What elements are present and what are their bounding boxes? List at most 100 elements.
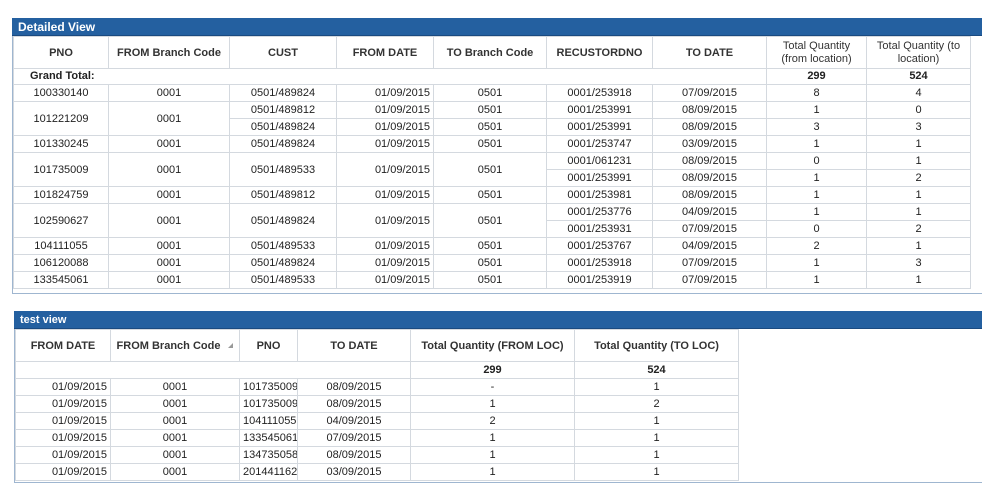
cell-recustordno: 0001/253991 xyxy=(546,118,653,136)
tv-cell-from-date: 01/09/2015 xyxy=(15,429,111,447)
cell-total-qty-from-location: 1 xyxy=(766,101,867,119)
tv-cell-to-date: 07/09/2015 xyxy=(297,429,411,447)
tv-cell-from-branch-code: 0001 xyxy=(110,429,240,447)
cell-total-qty-from-location: 0 xyxy=(766,152,867,170)
cell-total-qty-from-location: 3 xyxy=(766,118,867,136)
cell-pno: 104111055 xyxy=(13,237,109,255)
tv-cell-from-date: 01/09/2015 xyxy=(15,395,111,413)
detailed-table-row: 101221209 0001 0501/489812 01/09/2015 0501 00… xyxy=(13,101,971,136)
tv-cell-total-qty-from-loc: 2 xyxy=(410,412,575,430)
cell-from-branch-code: 0001 xyxy=(108,254,230,272)
cell-to-branch-code: 0501 xyxy=(433,101,547,119)
cell-pno: 106120088 xyxy=(13,254,109,272)
cell-total-qty-to-location: 3 xyxy=(866,254,971,272)
tv-cell-from-date: 01/09/2015 xyxy=(15,446,111,464)
tv-cell-total-qty-from-loc: 1 xyxy=(410,446,575,464)
cell-cust: 0501/489533 xyxy=(229,237,337,255)
test-view-body[interactable]: FROM DATE FROM Branch Code PNO TO DATE T… xyxy=(14,329,982,482)
cell-to-branch-code: 0501 xyxy=(433,237,547,255)
cell-pno: 102590627 xyxy=(13,203,109,238)
cell-to-date: 07/09/2015 xyxy=(652,271,767,289)
test-view-total-from: 299 xyxy=(410,361,575,379)
cell-from-date: 01/09/2015 xyxy=(336,152,434,187)
detailed-table-row: 101735009 0001 0501/489533 01/09/2015 0501 00… xyxy=(13,152,971,187)
col-header-to-date[interactable]: TO DATE xyxy=(652,36,767,69)
tv-col-header-total-qty-from-loc[interactable]: Total Quantity (FROM LOC) xyxy=(410,329,575,362)
col-header-cust[interactable]: CUST xyxy=(229,36,337,69)
tv-cell-pno: 133545061 xyxy=(239,429,298,447)
cell-total-qty-to-location: 1 xyxy=(866,152,971,170)
cell-from-branch-code: 0001 xyxy=(108,271,230,289)
grand-total-row: Grand Total: 299 524 xyxy=(13,68,971,85)
cell-total-qty-from-location: 0 xyxy=(766,220,867,238)
cell-pno: 100330140 xyxy=(13,84,109,102)
cell-from-date: 01/09/2015 xyxy=(336,101,434,119)
cell-from-date: 01/09/2015 xyxy=(336,237,434,255)
col-header-pno[interactable]: PNO xyxy=(13,36,109,69)
test-view-row: 01/09/2015 0001 104111055 04/09/2015 2 1 xyxy=(15,412,739,430)
tv-cell-total-qty-to-loc: 2 xyxy=(574,395,739,413)
cell-from-date: 01/09/2015 xyxy=(336,135,434,153)
test-view-total-spacer xyxy=(15,361,411,379)
cell-to-branch-code: 0501 xyxy=(433,135,547,153)
cell-from-branch-code: 0001 xyxy=(108,135,230,153)
detailed-view-header-row: PNO FROM Branch Code CUST FROM DATE TO B… xyxy=(13,36,971,69)
cell-from-date: 01/09/2015 xyxy=(336,203,434,238)
detailed-view-table: PNO FROM Branch Code CUST FROM DATE TO B… xyxy=(13,36,971,289)
tv-cell-from-date: 01/09/2015 xyxy=(15,378,111,396)
cell-to-date: 04/09/2015 xyxy=(652,237,767,255)
cell-total-qty-from-location: 1 xyxy=(766,169,867,187)
col-header-to-branch-code[interactable]: TO Branch Code xyxy=(433,36,547,69)
detailed-table-row: 101824759 0001 0501/489812 01/09/2015 0501 00… xyxy=(13,186,971,204)
col-header-recustordno[interactable]: RECUSTORDNO xyxy=(546,36,653,69)
cell-total-qty-from-location: 1 xyxy=(766,203,867,221)
cell-to-date: 07/09/2015 xyxy=(652,254,767,272)
tv-cell-total-qty-to-loc: 1 xyxy=(574,446,739,464)
detailed-table-row: 102590627 0001 0501/489824 01/09/2015 0501 00… xyxy=(13,203,971,238)
tv-cell-total-qty-from-loc: 1 xyxy=(410,395,575,413)
cell-to-branch-code: 0501 xyxy=(433,118,547,136)
cell-from-branch-code: 0001 xyxy=(108,237,230,255)
detailed-table-row: 104111055 0001 0501/489533 01/09/2015 0501 00… xyxy=(13,237,971,255)
detailed-view-title[interactable]: Detailed View xyxy=(12,18,982,36)
tv-col-header-from-date[interactable]: FROM DATE xyxy=(15,329,111,362)
test-view-title[interactable]: test view xyxy=(14,311,982,329)
detailed-table-row: 100330140 0001 0501/489824 01/09/2015 0501 00… xyxy=(13,84,971,102)
cell-to-branch-code: 0501 xyxy=(433,186,547,204)
tv-col-header-pno[interactable]: PNO xyxy=(239,329,298,362)
detailed-table-row: 101330245 0001 0501/489824 01/09/2015 0501 00… xyxy=(13,135,971,153)
cell-to-branch-code: 0501 xyxy=(433,254,547,272)
detailed-view-body[interactable]: PNO FROM Branch Code CUST FROM DATE TO B… xyxy=(12,36,982,293)
cell-cust: 0501/489812 xyxy=(229,186,337,204)
tv-col-header-from-branch-code[interactable]: FROM Branch Code xyxy=(110,329,240,362)
cell-to-date: 08/09/2015 xyxy=(652,169,767,187)
cell-to-date: 07/09/2015 xyxy=(652,84,767,102)
tv-col-header-total-qty-to-loc[interactable]: Total Quantity (TO LOC) xyxy=(574,329,739,362)
cell-to-branch-code: 0501 xyxy=(433,152,547,187)
tv-cell-total-qty-to-loc: 1 xyxy=(574,463,739,481)
cell-pno: 101735009 xyxy=(13,152,109,187)
test-view-table: FROM DATE FROM Branch Code PNO TO DATE T… xyxy=(15,329,739,481)
cell-recustordno: 0001/253931 xyxy=(546,220,653,238)
cell-recustordno: 0001/253747 xyxy=(546,135,653,153)
test-view-total-row: 299 524 xyxy=(15,361,739,379)
test-view-row: 01/09/2015 0001 133545061 07/09/2015 1 1 xyxy=(15,429,739,447)
cell-total-qty-from-location: 8 xyxy=(766,84,867,102)
cell-total-qty-to-location: 2 xyxy=(866,220,971,238)
detailed-table-row: 133545061 0001 0501/489533 01/09/2015 0501 00… xyxy=(13,271,971,289)
tv-cell-from-branch-code: 0001 xyxy=(110,446,240,464)
cell-from-date: 01/09/2015 xyxy=(336,118,434,136)
tv-cell-to-date: 04/09/2015 xyxy=(297,412,411,430)
tv-col-header-to-date[interactable]: TO DATE xyxy=(297,329,411,362)
col-header-total-qty-to-location[interactable]: Total Quantity (to location) xyxy=(866,36,971,69)
test-view-row: 01/09/2015 0001 101735009 08/09/2015 1 2 xyxy=(15,395,739,413)
cell-to-date: 03/09/2015 xyxy=(652,135,767,153)
cell-total-qty-from-location: 1 xyxy=(766,271,867,289)
col-header-total-qty-from-location[interactable]: Total Quantity (from location) xyxy=(766,36,867,69)
tv-cell-pno: 201441162 xyxy=(239,463,298,481)
col-header-from-branch-code[interactable]: FROM Branch Code xyxy=(108,36,230,69)
col-header-from-date[interactable]: FROM DATE xyxy=(336,36,434,69)
tv-cell-from-branch-code: 0001 xyxy=(110,395,240,413)
cell-recustordno: 0001/253776 xyxy=(546,203,653,221)
detailed-table-row: 106120088 0001 0501/489824 01/09/2015 0501 00… xyxy=(13,254,971,272)
